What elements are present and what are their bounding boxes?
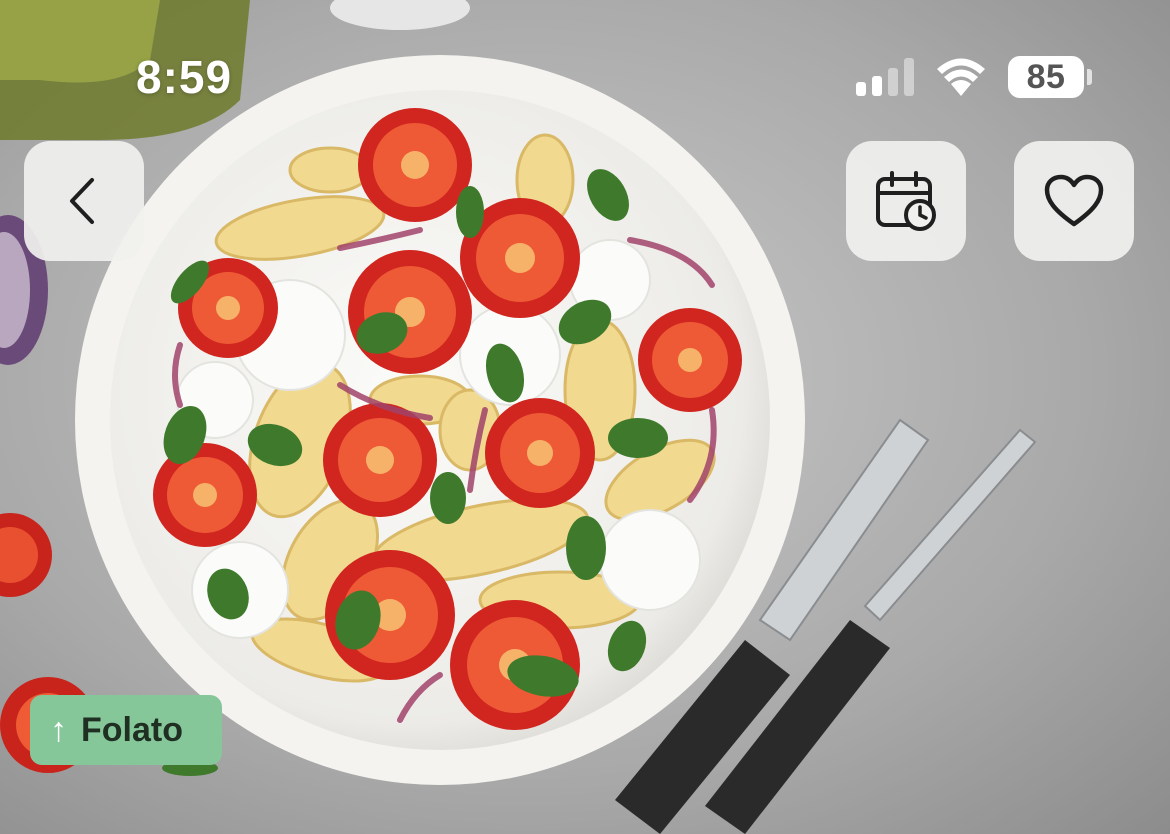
favorite-button[interactable] <box>1014 141 1134 261</box>
arrow-up-icon: ↑ <box>50 711 67 749</box>
schedule-button[interactable] <box>846 141 966 261</box>
nutrient-badge: ↑ Folato <box>30 695 222 765</box>
calendar-clock-icon <box>876 171 936 231</box>
nutrient-label: Folato <box>81 710 183 749</box>
heart-icon <box>1044 174 1104 227</box>
cellular-signal-icon <box>856 58 916 96</box>
battery-percent: 85 <box>1026 57 1066 96</box>
chevron-left-icon <box>70 178 94 224</box>
wifi-icon <box>937 58 985 96</box>
back-button[interactable] <box>24 141 144 261</box>
status-time: 8:59 <box>136 51 233 103</box>
battery-tip <box>1087 69 1092 85</box>
battery-indicator: 85 <box>1008 56 1084 98</box>
